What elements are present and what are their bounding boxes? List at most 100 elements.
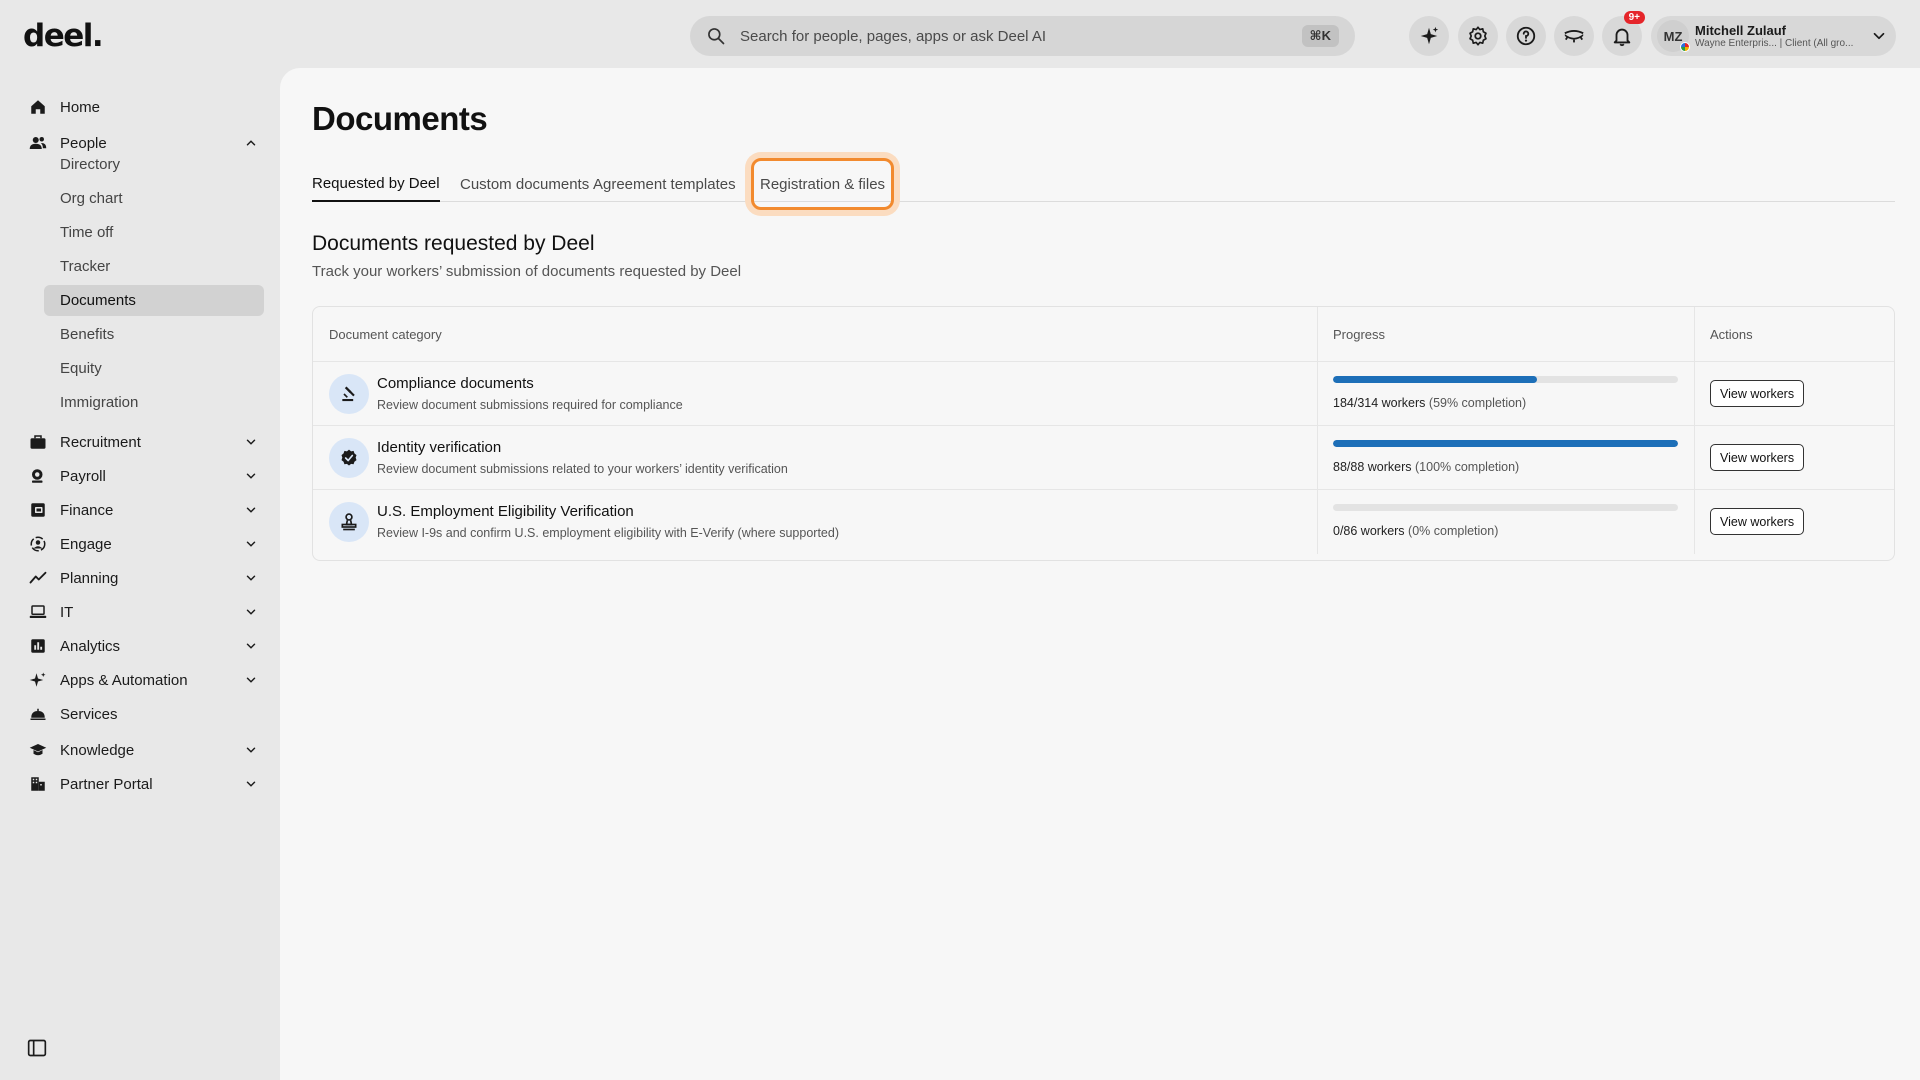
notification-count-badge: 9+	[1623, 11, 1645, 24]
sidebar-item-label: IT	[60, 603, 74, 621]
sidebar-subitem-org-chart[interactable]: Org chart	[44, 183, 264, 214]
progress-count: 88/88 workers	[1333, 460, 1412, 474]
section-title: Documents requested by Deel	[312, 232, 595, 255]
search-bar[interactable]: Search for people, pages, apps or ask De…	[690, 16, 1355, 56]
progress-bar	[1333, 376, 1678, 383]
sidebar-subitem-immigration[interactable]: Immigration	[44, 387, 264, 418]
progress-text: 0/86 workers (0% completion)	[1333, 524, 1498, 538]
tab-agreement-templates[interactable]: Agreement templates	[593, 166, 736, 202]
tab-requested-by-deel[interactable]: Requested by Deel	[312, 166, 440, 202]
row-description: Review document submissions required for…	[377, 398, 683, 412]
privacy-mode-button[interactable]	[1554, 16, 1594, 56]
view-workers-button[interactable]: View workers	[1710, 508, 1805, 535]
help-icon	[1516, 26, 1536, 46]
sidebar-item-apps-automation[interactable]: Apps & Automation	[28, 665, 258, 695]
chevron-down-icon	[246, 575, 256, 581]
sparkle-icon	[1420, 26, 1439, 45]
sidebar-item-label: Finance	[60, 501, 114, 519]
sidebar-subitem-directory[interactable]: Directory	[44, 149, 264, 180]
chevron-down-icon	[246, 643, 256, 649]
progress-text: 88/88 workers (100% completion)	[1333, 460, 1519, 474]
sidebar-item-knowledge[interactable]: Knowledge	[28, 735, 258, 765]
bell-service-icon	[28, 704, 48, 724]
sidebar-collapse-icon[interactable]	[27, 1038, 47, 1058]
sidebar-subitem-documents[interactable]: Documents	[44, 285, 264, 316]
help-button[interactable]	[1506, 16, 1546, 56]
header-progress: Progress	[1333, 326, 1386, 342]
sidebar-item-label: Home	[60, 98, 101, 116]
chevron-up-icon	[246, 140, 256, 146]
sidebar-subitem-benefits[interactable]: Benefits	[44, 319, 264, 350]
chevron-down-icon	[246, 677, 256, 683]
progress-count: 0/86 workers	[1333, 524, 1405, 538]
ai-sparkle-button[interactable]	[1409, 16, 1449, 56]
sidebar-subitem-tracker[interactable]: Tracker	[44, 251, 264, 282]
sidebar-item-partner-portal[interactable]: Partner Portal	[28, 769, 258, 799]
progress-bar	[1333, 440, 1678, 447]
row-description: Review document submissions related to y…	[377, 462, 788, 476]
bell-icon	[1613, 28, 1631, 47]
search-icon	[708, 28, 725, 45]
payroll-icon	[28, 466, 48, 486]
sidebar-item-engage[interactable]: Engage	[28, 529, 258, 559]
eye-closed-icon	[1564, 30, 1584, 43]
progress-bar-fill	[1333, 376, 1537, 383]
tab-bar: Requested by Deel Custom documents Agree…	[312, 158, 1895, 210]
sidebar-item-finance[interactable]: Finance	[28, 495, 258, 525]
analytics-icon	[28, 636, 48, 656]
sidebar-item-analytics[interactable]: Analytics	[28, 631, 258, 661]
verified-badge-icon	[329, 438, 369, 478]
deel-logo[interactable]: deel.	[23, 18, 104, 54]
user-menu[interactable]: MZ Mitchell Zulauf Wayne Enterpris... | …	[1651, 16, 1896, 56]
table-row: U.S. Employment Eligibility Verification…	[313, 489, 1894, 553]
sidebar-item-recruitment[interactable]: Recruitment	[28, 427, 258, 457]
header-document-category: Document category	[329, 326, 442, 342]
sidebar-item-label: Knowledge	[60, 741, 135, 759]
sidebar-item-label: Engage	[60, 535, 112, 553]
user-name: Mitchell Zulauf	[1695, 23, 1786, 38]
chevron-down-icon	[246, 747, 256, 753]
page-title: Documents	[312, 100, 488, 137]
gavel-icon	[329, 374, 369, 414]
progress-percent: (59% completion)	[1428, 396, 1527, 410]
briefcase-icon	[28, 432, 48, 452]
sidebar-item-label: Partner Portal	[60, 775, 153, 793]
header-actions: Actions	[1710, 326, 1753, 342]
engage-icon	[28, 534, 48, 554]
progress-percent: (100% completion)	[1415, 460, 1520, 474]
view-workers-button[interactable]: View workers	[1710, 444, 1805, 471]
notifications-button[interactable]: 9+	[1602, 11, 1645, 56]
chevron-down-icon	[1873, 32, 1885, 40]
search-shortcut-badge: ⌘K	[1301, 25, 1339, 47]
search-placeholder[interactable]: Search for people, pages, apps or ask De…	[740, 28, 1302, 45]
table-row: Compliance documents Review document sub…	[313, 361, 1894, 425]
sparkle-icon	[28, 670, 48, 690]
tab-registration-files[interactable]: Registration & files	[751, 158, 895, 210]
sidebar-item-label: Recruitment	[60, 433, 141, 451]
view-workers-button[interactable]: View workers	[1710, 380, 1805, 407]
sidebar-item-it[interactable]: IT	[28, 597, 258, 627]
sidebar-item-services[interactable]: Services	[28, 699, 258, 729]
settings-button[interactable]	[1458, 16, 1498, 56]
laptop-icon	[28, 602, 48, 622]
sidebar-item-label: Apps & Automation	[60, 671, 188, 689]
sidebar-item-payroll[interactable]: Payroll	[28, 461, 258, 491]
chevron-down-icon	[246, 473, 256, 479]
sidebar-subitem-time-off[interactable]: Time off	[44, 217, 264, 248]
sidebar-item-label: Services	[60, 705, 118, 723]
sidebar-item-home[interactable]: Home	[28, 92, 258, 122]
sidebar-item-planning[interactable]: Planning	[28, 563, 258, 593]
chevron-down-icon	[246, 781, 256, 787]
row-title: Identity verification	[377, 439, 502, 456]
row-title: U.S. Employment Eligibility Verification	[377, 503, 634, 520]
trend-icon	[28, 568, 48, 588]
avatar: MZ	[1657, 20, 1690, 52]
sidebar-subitem-equity[interactable]: Equity	[44, 353, 264, 384]
chevron-down-icon	[246, 541, 256, 547]
stamp-icon	[329, 502, 369, 542]
sidebar-item-label: Payroll	[60, 467, 106, 485]
home-icon	[28, 97, 48, 117]
progress-text: 184/314 workers (59% completion)	[1333, 396, 1526, 410]
tab-custom-documents[interactable]: Custom documents	[460, 166, 589, 202]
progress-bar-fill	[1333, 440, 1678, 447]
